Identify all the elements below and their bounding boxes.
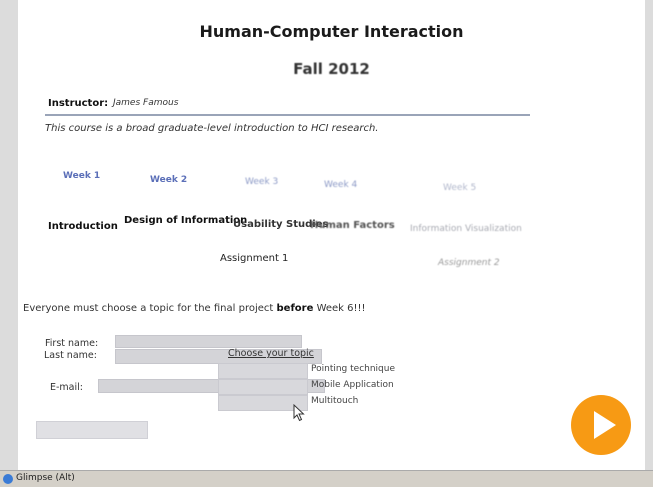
assignment-2-link[interactable]: Assignment 2	[438, 258, 500, 268]
topic-human-factors: Human Factors	[310, 220, 395, 231]
topic-option-box-1[interactable]	[218, 363, 308, 379]
notice-prefix: Everyone must choose a topic for the fin…	[23, 303, 274, 314]
final-project-notice: Everyone must choose a topic for the fin…	[23, 303, 366, 314]
glimpse-icon	[3, 474, 13, 484]
play-icon	[594, 411, 616, 439]
mouse-cursor-icon	[293, 403, 305, 426]
week-link-4[interactable]: Week 4	[324, 180, 357, 190]
topic-option-mobile-application[interactable]: Mobile Application	[311, 380, 394, 390]
play-button[interactable]	[571, 395, 631, 455]
status-text: Glimpse (Alt)	[16, 473, 75, 483]
divider	[45, 114, 530, 116]
notice-suffix: Week 6!!!	[316, 303, 366, 314]
topic-option-multitouch[interactable]: Multitouch	[311, 396, 358, 406]
course-description: This course is a broad graduate-level in…	[45, 123, 379, 134]
assignment-1-link[interactable]: Assignment 1	[220, 253, 288, 264]
status-bar: Glimpse (Alt)	[0, 470, 653, 487]
instructor-name: James Famous	[113, 98, 179, 108]
topic-introduction: Introduction	[48, 221, 118, 232]
last-name-label: Last name:	[44, 350, 97, 361]
week-link-3[interactable]: Week 3	[245, 177, 278, 187]
topic-information-visualization: Information Visualization	[410, 224, 522, 234]
topic-design-of-information: Design of Information	[124, 215, 248, 226]
email-label: E-mail:	[50, 382, 83, 393]
first-name-field[interactable]	[115, 335, 302, 348]
week-link-1[interactable]: Week 1	[63, 171, 100, 181]
topic-option-pointing-technique[interactable]: Pointing technique	[311, 364, 395, 374]
instructor-label: Instructor:	[48, 98, 109, 109]
week-link-5[interactable]: Week 5	[443, 183, 476, 193]
page-title: Human-Computer Interaction	[199, 22, 464, 41]
first-name-label: First name:	[45, 338, 99, 349]
topic-option-box-2[interactable]	[218, 379, 308, 395]
week-link-2[interactable]: Week 2	[150, 175, 187, 185]
slide-canvas: Human-Computer Interaction Fall 2012 Ins…	[18, 0, 645, 470]
page-subtitle: Fall 2012	[293, 60, 370, 78]
submit-button[interactable]	[36, 421, 148, 439]
choose-topic-label: Choose your topic	[228, 348, 314, 359]
notice-emphasis: before	[276, 303, 314, 314]
